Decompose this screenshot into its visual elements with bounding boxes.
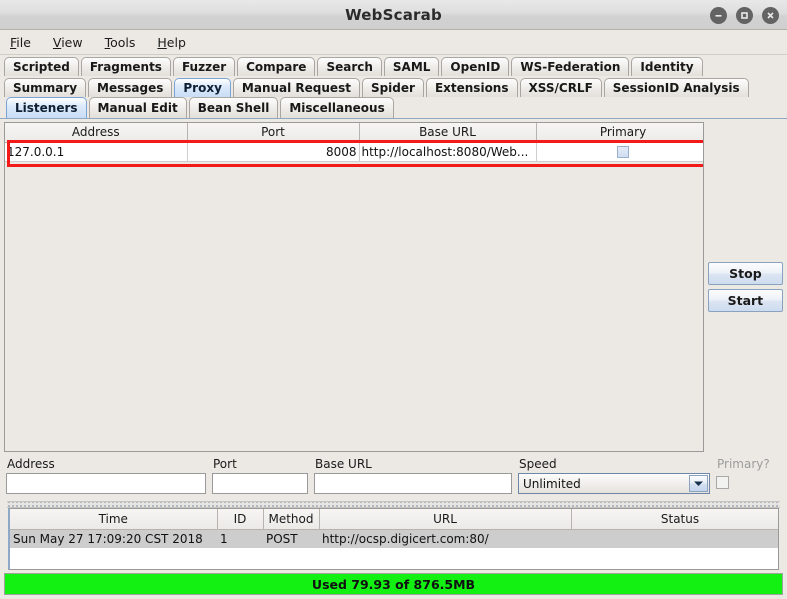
- tab-miscellaneous[interactable]: Miscellaneous: [280, 97, 394, 118]
- cell-address: 127.0.0.1: [5, 142, 188, 162]
- cell-port: 8008: [187, 142, 360, 162]
- listeners-table: Address Port Base URL Primary 127.0.0.1 …: [5, 123, 703, 162]
- table-row[interactable]: 127.0.0.1 8008 http://localhost:8080/Web…: [5, 142, 703, 162]
- tab-xss-crlf[interactable]: XSS/CRLF: [519, 78, 602, 97]
- menu-view-rest: iew: [61, 34, 83, 50]
- tabstrip-row-1: Scripted Fragments Fuzzer Compare Search…: [0, 55, 787, 76]
- primary-form-checkbox[interactable]: [716, 476, 729, 489]
- tab-summary[interactable]: Summary: [4, 78, 87, 97]
- table-row[interactable]: Sun May 27 17:09:20 CST 2018 1 POST http…: [10, 529, 778, 548]
- cell-primary: [536, 142, 703, 162]
- label-address: Address: [7, 457, 55, 471]
- label-primary: Primary?: [717, 457, 770, 471]
- titlebar: WebScarab: [0, 0, 787, 30]
- menu-file[interactable]: File: [8, 34, 33, 51]
- menu-file-rest: ile: [16, 34, 31, 50]
- tab-ws-federation[interactable]: WS-Federation: [511, 57, 630, 76]
- stop-button[interactable]: Stop: [707, 262, 783, 285]
- maximize-button[interactable]: [736, 6, 753, 24]
- proxy-listeners-panel: Address Port Base URL Primary 127.0.0.1 …: [0, 119, 787, 570]
- field-group-address: Address: [6, 456, 206, 494]
- menu-help[interactable]: Help: [155, 34, 188, 51]
- close-icon: [767, 11, 774, 19]
- cell-status: [571, 529, 778, 548]
- label-port: Port: [213, 457, 237, 471]
- menu-tools-rest: ools: [110, 34, 136, 50]
- close-button[interactable]: [762, 6, 779, 24]
- port-input[interactable]: [212, 473, 308, 494]
- tab-manual-edit[interactable]: Manual Edit: [88, 97, 187, 118]
- tab-scripted[interactable]: Scripted: [4, 57, 79, 76]
- listeners-table-container: Address Port Base URL Primary 127.0.0.1 …: [4, 122, 704, 452]
- menu-view-mnemonic: V: [52, 34, 62, 50]
- column-header-time[interactable]: Time: [10, 509, 218, 530]
- tab-extensions[interactable]: Extensions: [425, 78, 518, 97]
- field-group-primary: Primary?: [716, 456, 770, 489]
- tabstrip-row-2: Summary Messages Proxy Manual Request Sp…: [0, 76, 787, 97]
- webscarab-window: WebScarab File View Tools Help Scripted …: [0, 0, 787, 599]
- field-group-base-url: Base URL: [314, 456, 512, 494]
- menu-help-mnemonic: H: [157, 34, 167, 50]
- menu-help-rest: elp: [166, 34, 186, 50]
- speed-selected-value: Unlimited: [523, 476, 581, 491]
- tab-fragments[interactable]: Fragments: [80, 57, 171, 76]
- cell-time: Sun May 27 17:09:20 CST 2018: [10, 529, 217, 548]
- cell-base-url: http://localhost:8080/Web...: [359, 142, 537, 162]
- field-group-port: Port: [212, 456, 308, 494]
- window-controls: [710, 0, 779, 30]
- start-button[interactable]: Start: [707, 289, 783, 312]
- cell-url: http://ocsp.digicert.com:80/: [319, 529, 571, 548]
- column-header-url[interactable]: URL: [319, 509, 572, 530]
- chevron-down-icon[interactable]: [689, 475, 708, 492]
- primary-checkbox[interactable]: [617, 146, 629, 158]
- listener-area: Address Port Base URL Primary 127.0.0.1 …: [4, 122, 783, 454]
- column-header-id[interactable]: ID: [217, 509, 264, 530]
- tab-messages[interactable]: Messages: [88, 78, 173, 97]
- splitter-handle[interactable]: [7, 501, 780, 508]
- column-header-address[interactable]: Address: [5, 123, 188, 143]
- speed-select[interactable]: Unlimited: [518, 473, 710, 494]
- label-base-url: Base URL: [315, 457, 372, 471]
- minimize-icon: [715, 14, 722, 17]
- tabstrip-row-3: Listeners Manual Edit Bean Shell Miscell…: [0, 97, 787, 119]
- memory-status-bar: Used 79.93 of 876.5MB: [4, 573, 783, 595]
- listener-action-buttons: Stop Start: [707, 122, 783, 454]
- tab-fuzzer[interactable]: Fuzzer: [172, 57, 236, 76]
- menu-view[interactable]: View: [51, 34, 85, 51]
- listeners-table-empty-area: [5, 161, 703, 451]
- new-listener-form: Address Port Base URL Speed Unlimited Pr…: [4, 454, 783, 500]
- cell-id: 1: [217, 529, 263, 548]
- tab-saml[interactable]: SAML: [383, 57, 440, 76]
- memory-status-text: Used 79.93 of 876.5MB: [311, 576, 476, 592]
- column-header-base-url[interactable]: Base URL: [359, 123, 537, 143]
- label-speed: Speed: [519, 457, 557, 471]
- tab-listeners[interactable]: Listeners: [6, 97, 87, 118]
- minimize-button[interactable]: [710, 6, 727, 24]
- column-header-method[interactable]: Method: [263, 509, 320, 530]
- tab-identity[interactable]: Identity: [631, 57, 703, 76]
- conversation-log-table: Time ID Method URL Status Sun May 27 17:…: [10, 509, 778, 548]
- column-header-primary[interactable]: Primary: [536, 123, 703, 143]
- tab-proxy[interactable]: Proxy: [174, 78, 231, 97]
- address-input[interactable]: [6, 473, 206, 494]
- tab-compare[interactable]: Compare: [237, 57, 316, 76]
- tab-bean-shell[interactable]: Bean Shell: [188, 97, 279, 118]
- window-title: WebScarab: [345, 5, 442, 24]
- maximize-icon: [741, 11, 748, 19]
- menu-tools[interactable]: Tools: [103, 34, 138, 51]
- base-url-input[interactable]: [314, 473, 512, 494]
- listeners-table-header-row: Address Port Base URL Primary: [5, 123, 703, 143]
- conversation-log-container: Time ID Method URL Status Sun May 27 17:…: [8, 508, 779, 570]
- column-header-status[interactable]: Status: [571, 509, 778, 530]
- tab-openid[interactable]: OpenID: [441, 57, 510, 76]
- field-group-speed: Speed Unlimited: [518, 456, 710, 494]
- tab-spider[interactable]: Spider: [361, 78, 424, 97]
- menubar: File View Tools Help: [0, 30, 787, 55]
- tab-sessionid-analysis[interactable]: SessionID Analysis: [603, 78, 749, 97]
- tab-manual-request[interactable]: Manual Request: [232, 78, 360, 97]
- tab-search[interactable]: Search: [317, 57, 382, 76]
- cell-method: POST: [263, 529, 319, 548]
- log-table-header-row: Time ID Method URL Status: [10, 509, 778, 530]
- column-header-port[interactable]: Port: [187, 123, 360, 143]
